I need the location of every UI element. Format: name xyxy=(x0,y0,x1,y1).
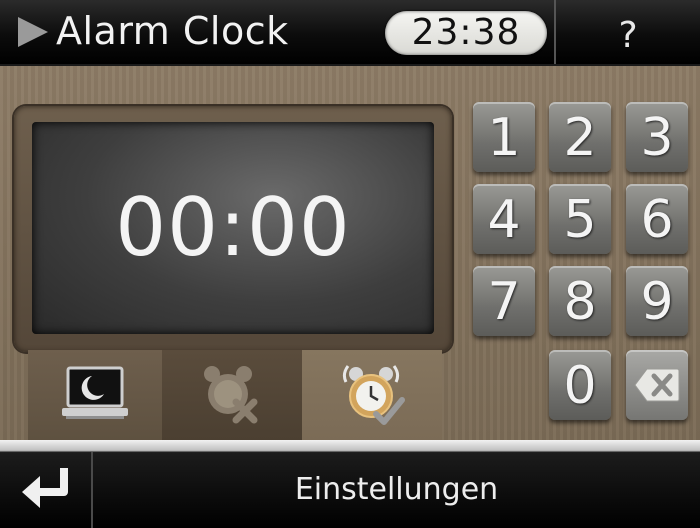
tab-alarm-on[interactable] xyxy=(302,350,442,440)
play-arrow-icon xyxy=(18,17,48,47)
alarm-time-readout: 00:00 xyxy=(115,181,351,274)
back-button[interactable] xyxy=(0,452,90,528)
key-1[interactable]: 1 xyxy=(473,102,535,172)
alarm-display-frame: 00:00 xyxy=(14,106,452,352)
alarm-display-screen: 00:00 xyxy=(32,122,434,334)
key-6[interactable]: 6 xyxy=(626,184,688,254)
tab-alarm-off[interactable] xyxy=(162,350,303,440)
current-time-display: 23:38 xyxy=(385,11,547,55)
bottom-bar: Einstellungen xyxy=(0,440,700,528)
key-7[interactable]: 7 xyxy=(473,266,535,336)
settings-button[interactable]: Einstellungen xyxy=(93,452,700,528)
alarm-on-check-icon xyxy=(342,365,405,425)
app-title: Alarm Clock xyxy=(56,9,289,53)
main-panel: 00:00 1 2 3 4 5 6 7 8 9 0 xyxy=(0,66,700,440)
sleep-mode-moon-laptop-icon xyxy=(62,366,128,419)
key-9[interactable]: 9 xyxy=(626,266,688,336)
key-3[interactable]: 3 xyxy=(626,102,688,172)
key-8[interactable]: 8 xyxy=(549,266,611,336)
alarm-mode-tabs xyxy=(28,350,442,440)
key-2[interactable]: 2 xyxy=(549,102,611,172)
title-bar: Alarm Clock 23:38 ? xyxy=(0,0,700,66)
key-0[interactable]: 0 xyxy=(549,350,611,420)
tab-sleep-mode[interactable] xyxy=(28,350,163,440)
alarm-off-icon xyxy=(204,366,258,424)
help-button[interactable]: ? xyxy=(556,0,700,64)
return-arrow-icon xyxy=(22,468,68,508)
backspace-x-icon xyxy=(634,368,680,402)
key-5[interactable]: 5 xyxy=(549,184,611,254)
backspace-button[interactable] xyxy=(626,350,688,420)
key-4[interactable]: 4 xyxy=(473,184,535,254)
